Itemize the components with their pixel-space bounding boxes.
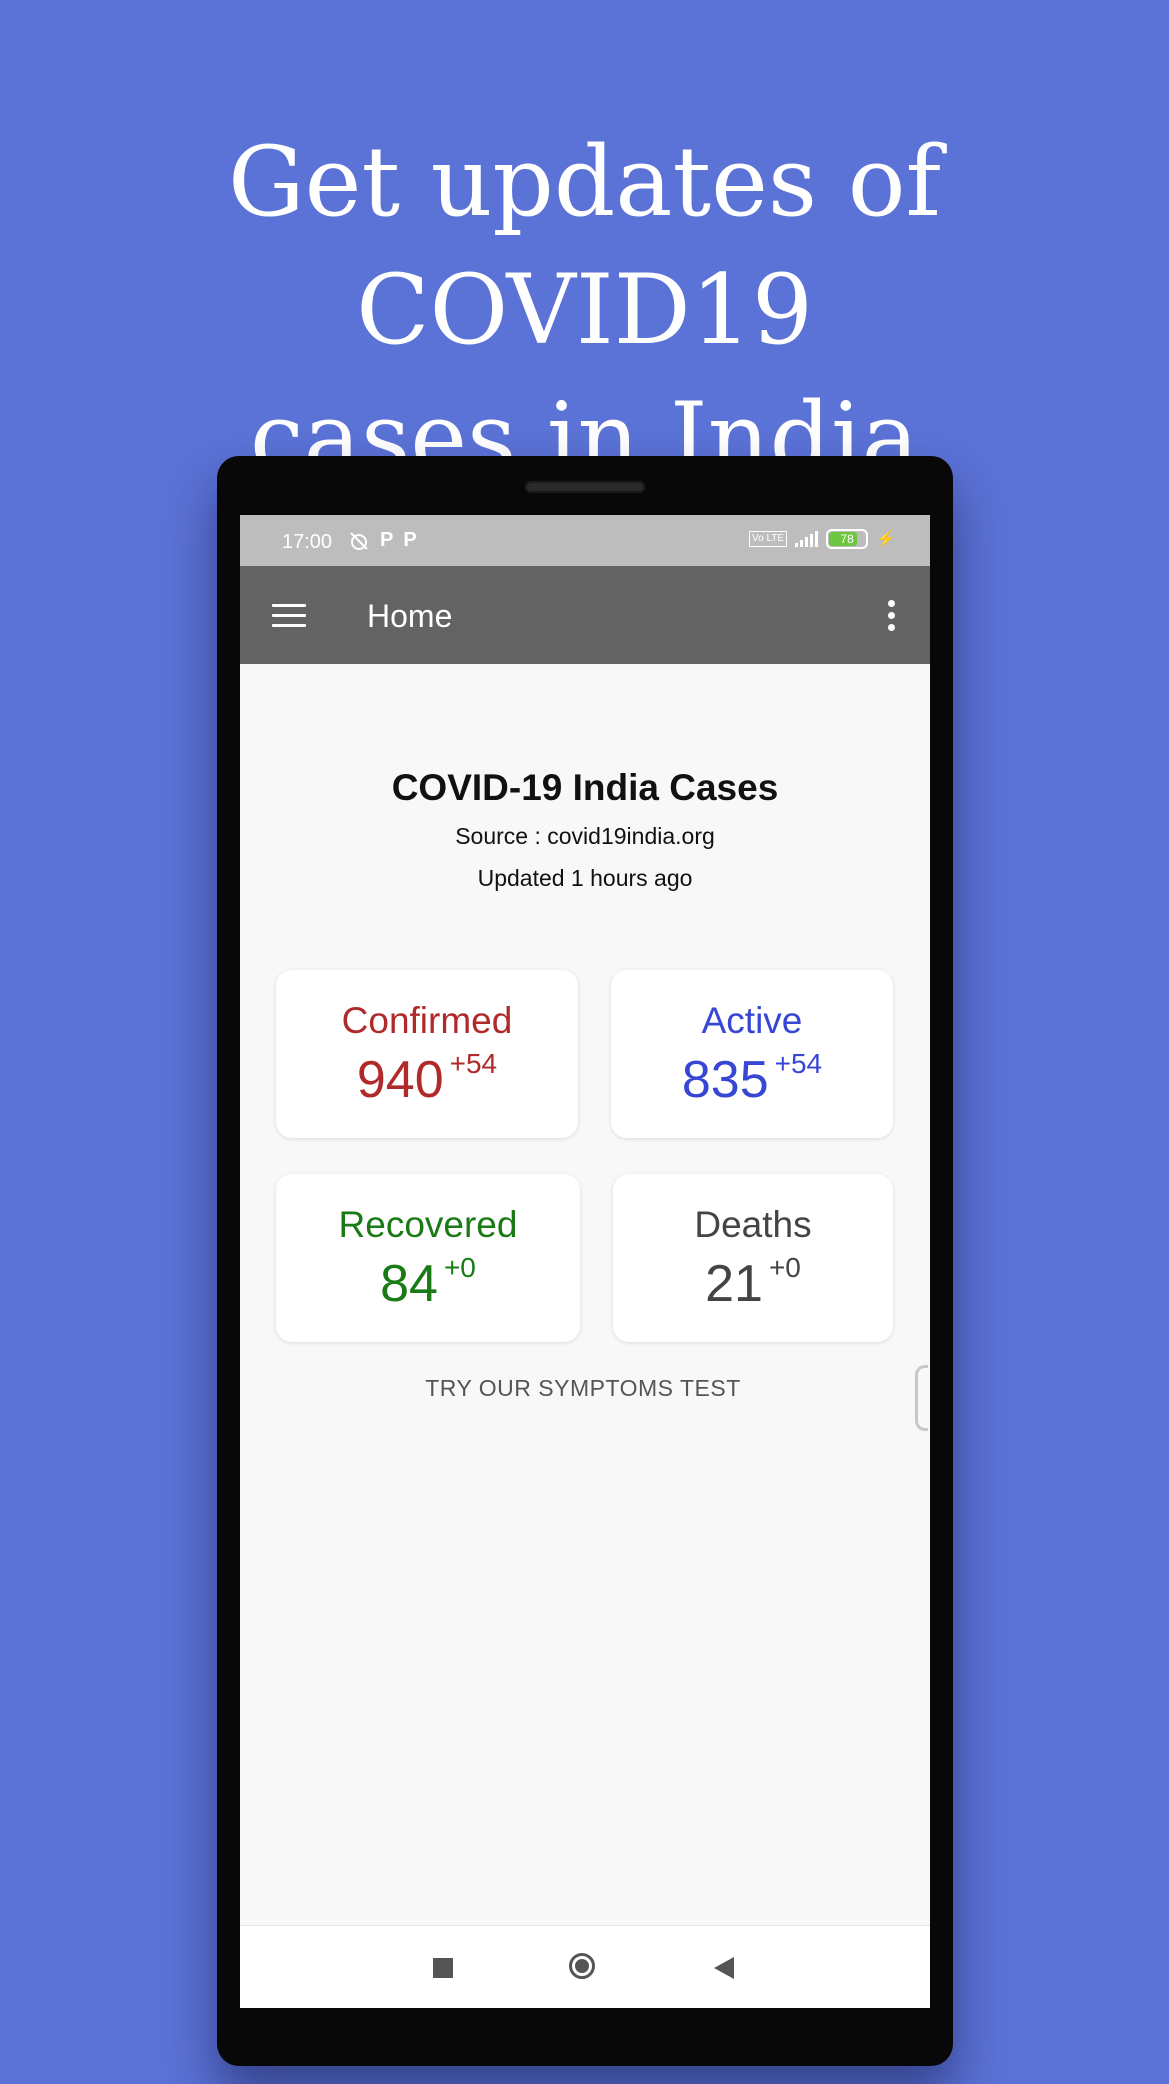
signal-strength-icon <box>795 531 819 547</box>
more-vert-icon[interactable] <box>886 600 896 634</box>
card-value: 21 <box>705 1255 763 1313</box>
phone-screen: 17:00 P P Vo LTE 78 ⚡ Home COVID-19 Indi… <box>240 515 930 2008</box>
card-value: 835 <box>681 1051 769 1109</box>
hamburger-menu-icon[interactable] <box>272 604 306 630</box>
status-notification-icons: P P <box>348 529 417 552</box>
promo-headline-line-1: Get updates of COVID19 <box>227 126 942 366</box>
app-bar: Home <box>240 566 930 664</box>
app-p-icon: P <box>403 529 417 551</box>
card-value-row: 21 +0 <box>613 1252 893 1314</box>
volte-icon: Vo LTE <box>749 531 788 547</box>
status-time: 17:00 <box>282 531 333 553</box>
card-value: 84 <box>380 1255 438 1313</box>
charging-bolt-icon: ⚡ <box>876 531 896 548</box>
page-title: Home <box>367 598 453 634</box>
card-delta: +0 <box>443 1252 476 1283</box>
battery-level: 78 <box>840 532 854 546</box>
cases-heading: COVID-19 India Cases <box>391 767 779 808</box>
status-bar: 17:00 P P Vo LTE 78 ⚡ <box>240 515 930 566</box>
active-card: Active 835 +54 <box>611 970 893 1138</box>
card-value-row: 835 +54 <box>611 1048 893 1110</box>
phone-speaker-grille <box>525 481 645 493</box>
source-text: Source : covid19india.org <box>455 823 715 849</box>
symptoms-test-button[interactable]: TRY OUR SYMPTOMS TEST <box>240 1375 926 1402</box>
card-delta: +54 <box>449 1048 498 1079</box>
back-triangle-icon[interactable] <box>714 1957 734 1979</box>
phone-frame: 17:00 P P Vo LTE 78 ⚡ Home COVID-19 Indi… <box>217 456 953 2066</box>
card-label: Confirmed <box>341 1000 513 1041</box>
card-label: Deaths <box>694 1204 812 1245</box>
card-value-row: 84 +0 <box>276 1252 580 1314</box>
recovered-card: Recovered 84 +0 <box>276 1174 580 1342</box>
card-value: 940 <box>356 1051 444 1109</box>
recents-square-icon[interactable] <box>433 1958 453 1978</box>
card-delta: +0 <box>768 1252 801 1283</box>
alarm-off-icon <box>350 531 368 550</box>
deaths-card: Deaths 21 +0 <box>613 1174 893 1342</box>
card-label: Recovered <box>338 1204 518 1245</box>
system-nav-bar <box>240 1925 930 2008</box>
updated-text: Updated 1 hours ago <box>477 865 693 891</box>
card-label: Active <box>701 1000 803 1041</box>
promo-headline: Get updates of COVID19 cases in India <box>0 118 1169 502</box>
edge-swipe-handle[interactable] <box>915 1365 928 1431</box>
card-value-row: 940 +54 <box>276 1048 578 1110</box>
battery-icon: 78 <box>826 529 869 549</box>
status-system-icons: Vo LTE 78 ⚡ <box>749 529 896 549</box>
confirmed-card: Confirmed 940 +54 <box>276 970 578 1138</box>
home-circle-icon[interactable] <box>569 1953 595 1979</box>
card-delta: +54 <box>774 1048 823 1079</box>
app-p-icon: P <box>380 529 394 551</box>
